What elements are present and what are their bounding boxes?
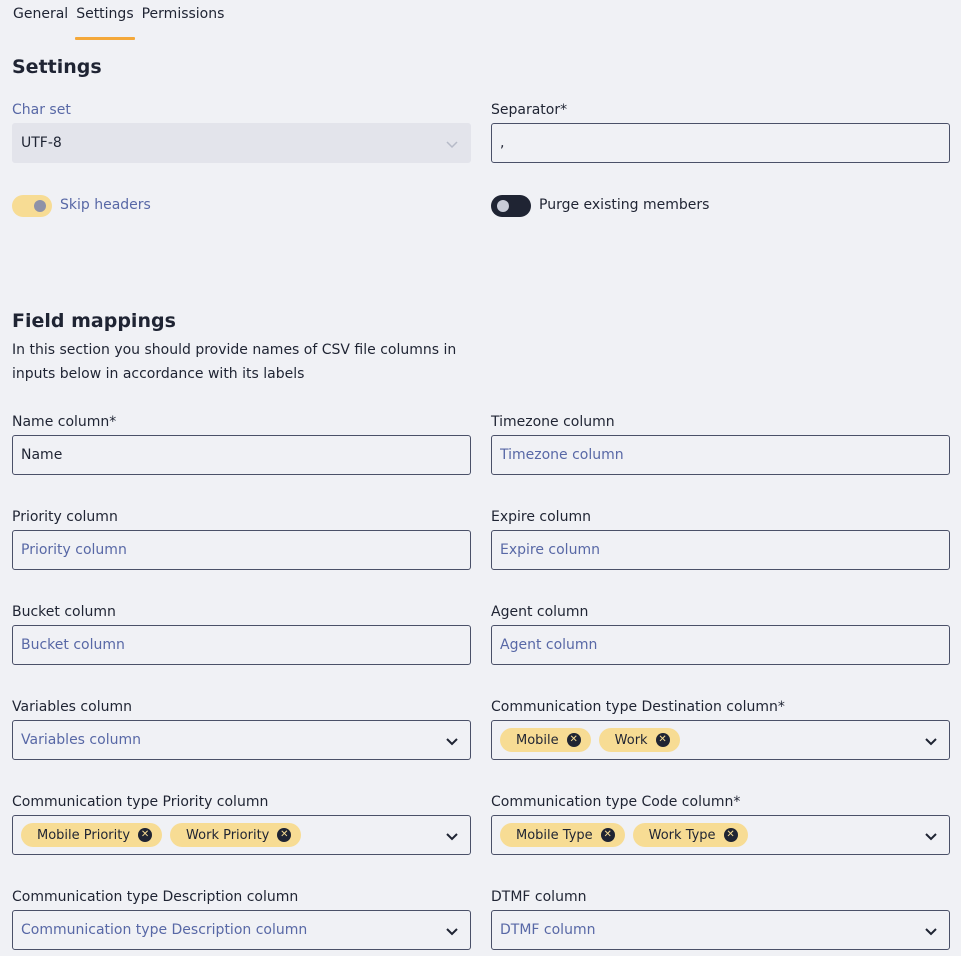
chip-label: Mobile Priority	[37, 827, 131, 843]
tab-permissions[interactable]: Permissions	[141, 0, 226, 34]
comm-destination-label: Communication type Destination column*	[491, 699, 785, 715]
chevron-down-icon	[446, 141, 458, 149]
name-column-field[interactable]	[12, 435, 471, 475]
chip-mobile-priority: Mobile Priority ✕	[21, 823, 163, 847]
chip-mobile-type: Mobile Type ✕	[500, 823, 625, 847]
priority-column-field[interactable]	[12, 530, 471, 570]
chevron-down-icon[interactable]	[444, 923, 460, 939]
bucket-column-field[interactable]	[12, 625, 471, 665]
variables-column-label: Variables column	[12, 699, 132, 715]
name-column-input[interactable]	[21, 447, 430, 463]
chevron-down-icon[interactable]	[444, 828, 460, 844]
chip-label: Work Priority	[186, 827, 270, 843]
close-circle-icon[interactable]: ✕	[138, 828, 153, 842]
separator-label: Separator*	[491, 102, 568, 118]
name-column-label: Name column*	[12, 414, 117, 430]
priority-column-input[interactable]	[21, 542, 430, 558]
expire-column-label: Expire column	[491, 509, 591, 525]
chip-work-priority: Work Priority ✕	[170, 823, 302, 847]
timezone-column-input[interactable]	[500, 447, 909, 463]
comm-description-select[interactable]: Communication type Description column	[12, 910, 471, 950]
purge-members-toggle[interactable]	[491, 195, 531, 217]
comm-priority-label: Communication type Priority column	[12, 794, 269, 810]
variables-column-placeholder: Variables column	[21, 732, 141, 748]
chevron-down-icon[interactable]	[923, 828, 939, 844]
close-circle-icon[interactable]: ✕	[566, 733, 581, 747]
chip-label: Mobile Type	[516, 827, 593, 843]
bucket-column-label: Bucket column	[12, 604, 116, 620]
tab-bar: General Settings Permissions	[12, 0, 226, 40]
close-circle-icon[interactable]: ✕	[277, 828, 292, 842]
agent-column-field[interactable]	[491, 625, 950, 665]
comm-description-placeholder: Communication type Description column	[21, 922, 308, 938]
expire-column-field[interactable]	[491, 530, 950, 570]
close-circle-icon[interactable]: ✕	[723, 828, 738, 842]
separator-input[interactable]	[500, 135, 909, 151]
skip-headers-label: Skip headers	[60, 197, 151, 213]
comm-code-select[interactable]: Mobile Type ✕ Work Type ✕	[491, 815, 950, 855]
bucket-column-input[interactable]	[21, 637, 430, 653]
comm-description-label: Communication type Description column	[12, 889, 299, 905]
toggle-knob	[34, 200, 46, 212]
chip-work: Work ✕	[598, 728, 680, 752]
separator-field[interactable]	[491, 123, 950, 163]
dtmf-column-select[interactable]: DTMF column	[491, 910, 950, 950]
toggle-knob	[497, 200, 509, 212]
timezone-column-field[interactable]	[491, 435, 950, 475]
field-mappings-description: In this section you should provide names…	[12, 342, 457, 382]
comm-code-label: Communication type Code column*	[491, 794, 741, 810]
charset-label: Char set	[12, 102, 71, 118]
expire-column-input[interactable]	[500, 542, 909, 558]
comm-destination-select[interactable]: Mobile ✕ Work ✕	[491, 720, 950, 760]
tab-settings[interactable]: Settings	[75, 0, 136, 40]
chip-mobile: Mobile ✕	[500, 728, 591, 752]
chevron-down-icon[interactable]	[444, 733, 460, 749]
priority-column-label: Priority column	[12, 509, 118, 525]
dtmf-column-placeholder: DTMF column	[500, 922, 596, 938]
charset-select[interactable]: UTF-8	[12, 123, 471, 163]
close-circle-icon[interactable]: ✕	[600, 828, 615, 842]
chip-label: Work Type	[648, 827, 716, 843]
close-circle-icon[interactable]: ✕	[655, 733, 670, 747]
purge-members-label: Purge existing members	[539, 197, 710, 213]
tab-general[interactable]: General	[12, 0, 69, 34]
skip-headers-toggle[interactable]	[12, 195, 52, 217]
comm-priority-select[interactable]: Mobile Priority ✕ Work Priority ✕	[12, 815, 471, 855]
chip-label: Mobile	[516, 732, 559, 748]
field-mappings-heading: Field mappings	[12, 310, 176, 332]
chip-label: Work	[614, 732, 648, 748]
chevron-down-icon[interactable]	[923, 733, 939, 749]
timezone-column-label: Timezone column	[491, 414, 615, 430]
variables-column-select[interactable]: Variables column	[12, 720, 471, 760]
dtmf-column-label: DTMF column	[491, 889, 587, 905]
chevron-down-icon[interactable]	[923, 923, 939, 939]
agent-column-label: Agent column	[491, 604, 589, 620]
chip-work-type: Work Type ✕	[632, 823, 748, 847]
agent-column-input[interactable]	[500, 637, 909, 653]
settings-heading: Settings	[12, 56, 102, 78]
charset-value: UTF-8	[21, 135, 62, 151]
